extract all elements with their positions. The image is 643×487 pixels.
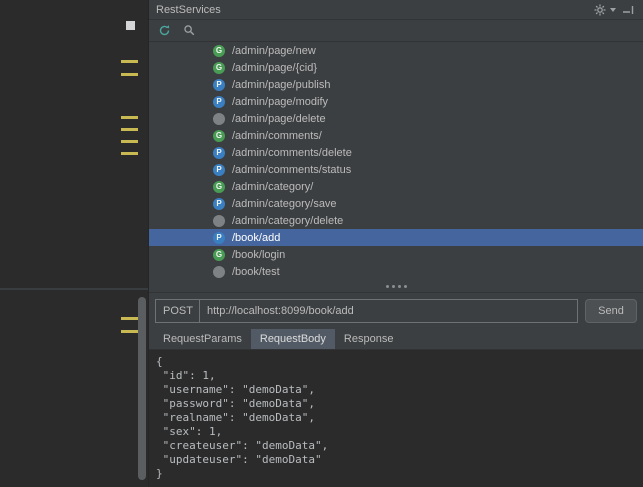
- method-post-icon: P: [213, 146, 225, 159]
- warning-stripe-mark: [121, 128, 138, 131]
- method-other-icon: [213, 214, 225, 227]
- gear-icon[interactable]: [593, 3, 607, 17]
- endpoint-row[interactable]: G/admin/page/new: [149, 42, 643, 59]
- editor-background: [0, 0, 148, 487]
- editor-divider: [0, 288, 148, 290]
- send-button[interactable]: Send: [585, 299, 637, 323]
- rest-services-panel: RestServices G /admin/page/new G /admin/…: [148, 0, 643, 487]
- warning-stripe-mark: [121, 140, 138, 143]
- search-icon[interactable]: [182, 23, 197, 38]
- request-body-editor[interactable]: { "id": 1, "username": "demoData", "pass…: [149, 349, 643, 487]
- editor-highlight-square: [126, 21, 135, 30]
- method-post-icon: P: [213, 163, 225, 176]
- endpoint-path: /admin/page/new: [232, 44, 316, 57]
- tab-requestbody[interactable]: RequestBody: [250, 329, 335, 349]
- endpoint-row[interactable]: /admin/category/delete: [149, 212, 643, 229]
- endpoint-path: /book/login: [232, 248, 286, 261]
- request-bar: POST http://localhost:8099/book/add Send: [155, 299, 637, 323]
- request-body-text[interactable]: { "id": 1, "username": "demoData", "pass…: [149, 350, 643, 481]
- endpoint-tree: G/admin/page/new G/admin/page/{cid} P/admi…: [149, 42, 643, 280]
- endpoint-row[interactable]: P/book/add: [149, 229, 643, 246]
- method-post-icon: P: [213, 197, 225, 210]
- method-label[interactable]: POST: [156, 300, 200, 322]
- warning-stripe-mark: [121, 73, 138, 76]
- endpoint-row[interactable]: G/admin/page/{cid}: [149, 59, 643, 76]
- endpoint-row[interactable]: P/admin/page/publish: [149, 76, 643, 93]
- method-post-icon: P: [213, 78, 225, 91]
- refresh-icon[interactable]: [157, 23, 172, 38]
- method-post-icon: P: [213, 231, 225, 244]
- endpoint-row[interactable]: G/book/login: [149, 246, 643, 263]
- endpoint-path: /admin/comments/: [232, 129, 322, 142]
- chevron-down-icon: [610, 7, 616, 12]
- warning-stripe-mark: [121, 330, 138, 333]
- endpoint-row[interactable]: P/admin/comments/delete: [149, 144, 643, 161]
- method-get-icon: G: [213, 180, 225, 193]
- endpoint-path: /admin/category/save: [232, 197, 337, 210]
- splitter-handle[interactable]: [149, 280, 643, 292]
- tool-window-header-icons: [593, 3, 635, 17]
- endpoint-row[interactable]: P/admin/page/modify: [149, 93, 643, 110]
- warning-stripe-mark: [121, 116, 138, 119]
- tab-response[interactable]: Response: [335, 329, 403, 349]
- splitter-dots-icon: [385, 284, 389, 288]
- url-input[interactable]: http://localhost:8099/book/add: [200, 300, 577, 322]
- endpoint-path: /admin/page/delete: [232, 112, 326, 125]
- endpoint-path: /admin/category/: [232, 180, 314, 193]
- endpoint-row[interactable]: /book/test: [149, 263, 643, 280]
- tab-requestparams[interactable]: RequestParams: [154, 329, 251, 349]
- endpoint-path: /admin/category/delete: [232, 214, 344, 227]
- endpoint-path: /admin/comments/status: [232, 163, 352, 176]
- method-get-icon: G: [213, 129, 225, 142]
- editor-scrollbar-thumb[interactable]: [138, 297, 146, 480]
- endpoint-path: /admin/page/publish: [232, 78, 331, 91]
- warning-stripe-mark: [121, 60, 138, 63]
- endpoint-row[interactable]: G/admin/category/: [149, 178, 643, 195]
- method-other-icon: [213, 265, 225, 278]
- url-box: POST http://localhost:8099/book/add: [155, 299, 578, 323]
- endpoint-path: /admin/page/{cid}: [232, 61, 318, 74]
- endpoint-path: /book/add: [232, 231, 281, 244]
- ide-screen: RestServices G /admin/page/new G /admin/…: [0, 0, 643, 487]
- request-tabs: RequestParams RequestBody Response: [149, 323, 643, 349]
- tool-window-title: RestServices: [156, 3, 221, 16]
- endpoint-path: /admin/page/modify: [232, 95, 328, 108]
- method-get-icon: G: [213, 61, 225, 74]
- method-post-icon: P: [213, 95, 225, 108]
- method-other-icon: [213, 112, 225, 125]
- warning-stripe-mark: [121, 152, 138, 155]
- panel-toolbar: [149, 20, 643, 42]
- endpoint-path: /admin/comments/delete: [232, 146, 352, 159]
- hide-icon[interactable]: [621, 3, 635, 17]
- endpoint-path: /book/test: [232, 265, 280, 278]
- tool-window-header: RestServices: [149, 0, 643, 20]
- endpoint-row[interactable]: P/admin/category/save: [149, 195, 643, 212]
- method-get-icon: G: [213, 248, 225, 261]
- method-get-icon: G: [213, 44, 225, 57]
- request-section: POST http://localhost:8099/book/add Send…: [149, 292, 643, 487]
- warning-stripe-mark: [121, 317, 138, 320]
- endpoint-row[interactable]: P/admin/comments/status: [149, 161, 643, 178]
- endpoint-row[interactable]: /admin/page/delete: [149, 110, 643, 127]
- endpoint-row[interactable]: G/admin/comments/: [149, 127, 643, 144]
